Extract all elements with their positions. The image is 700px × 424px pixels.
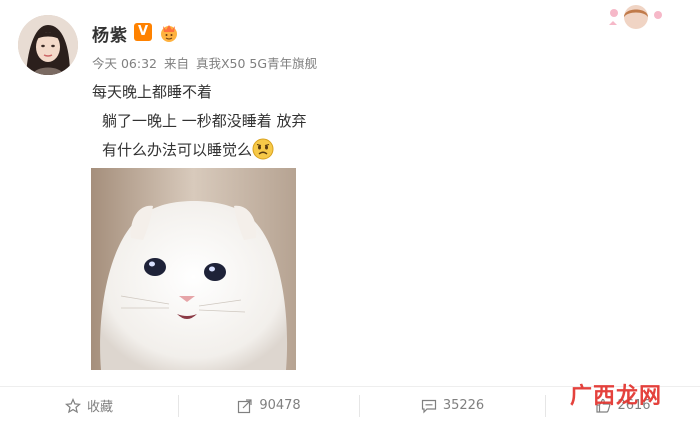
sad-face-icon [252,138,274,160]
star-icon [64,397,81,413]
vip-badge-icon: V [134,23,152,41]
post-image[interactable] [91,168,296,370]
source-prefix: 来自 [163,56,189,71]
user-avatar[interactable] [18,15,78,75]
post-content: 每天晚上都睡不着 躺了一晚上 一秒都没睡着 放弃 有什么办法可以睡觉么 [92,78,307,165]
comment-button[interactable]: 35226 [360,387,545,424]
site-watermark: 广西龙网 [570,384,663,409]
comment-count: 35226 [442,398,485,413]
source-device[interactable]: 真我X50 5G青年旗舰 [196,56,317,71]
share-icon [238,398,252,413]
post-line: 有什么办法可以睡觉么 [102,141,253,159]
username[interactable]: 杨紫 [92,21,128,46]
profile-thumbnail[interactable] [606,3,666,31]
favorite-button[interactable]: 收藏 [0,387,178,424]
post-line: 每天晚上都睡不着 [92,83,213,101]
post-line: 躺了一晚上 一秒都没睡着 放弃 [102,112,307,130]
share-button[interactable]: 90478 [179,387,359,424]
comment-icon [421,399,436,413]
post-meta: 今天 06:32 来自 真我X50 5G青年旗舰 [92,53,320,72]
member-medal-icon[interactable] [158,21,180,43]
favorite-label: 收藏 [86,400,113,415]
post-time[interactable]: 今天 06:32 [92,56,157,71]
share-count: 90478 [259,398,301,413]
